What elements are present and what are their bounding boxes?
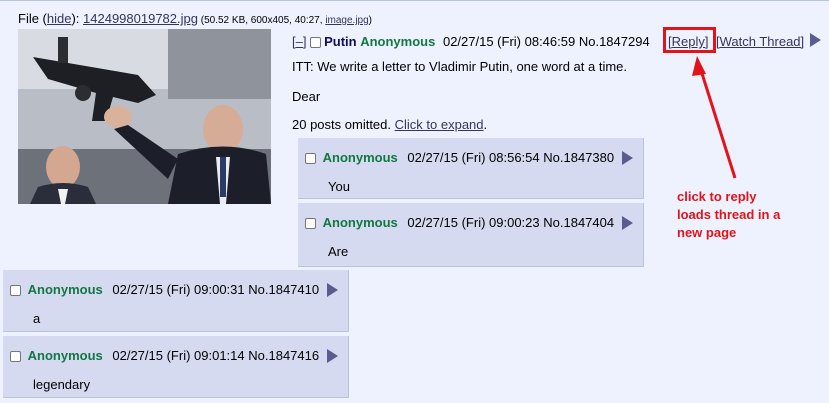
reply-poster-name: Anonymous — [27, 282, 103, 297]
watch-thread-link[interactable]: [Watch Thread] — [716, 34, 804, 49]
triangle-right-icon — [810, 33, 821, 47]
op-post-number[interactable]: No.1847294 — [579, 34, 650, 49]
reply-message: Are — [328, 244, 349, 259]
triangle-right-icon[interactable] — [621, 151, 633, 165]
omitted-count: 20 posts omitted. — [292, 117, 395, 132]
triangle-right-icon[interactable] — [621, 216, 633, 230]
op-select-checkbox[interactable] — [310, 37, 322, 48]
file-name-link[interactable]: 1424998019782.jpg — [83, 11, 198, 26]
reply-post: Anonymous 02/27/15 (Fri) 09:00:23 No.184… — [298, 203, 644, 267]
op-reply-link[interactable]: [Reply] — [668, 34, 708, 49]
reply-datetime: 02/27/15 (Fri) 09:01:14 — [112, 348, 245, 363]
reply-post-number[interactable]: No.1847380 — [543, 150, 614, 165]
annotation-line: new page — [677, 225, 737, 240]
reply-poster-name: Anonymous — [322, 215, 398, 230]
reply-post: Anonymous 02/27/15 (Fri) 09:01:14 No.184… — [3, 336, 349, 398]
op-post-header: [–] Putin Anonymous 02/27/15 (Fri) 08:46… — [292, 34, 650, 49]
reply-post: Anonymous 02/27/15 (Fri) 09:00:31 No.184… — [3, 270, 349, 332]
reply-poster-name: Anonymous — [27, 348, 103, 363]
reply-message: a — [33, 311, 41, 326]
op-subject: Putin — [324, 34, 357, 49]
reply-post-number[interactable]: No.1847416 — [248, 348, 319, 363]
reply-message: legendary — [33, 377, 91, 392]
op-message-line: Dear — [292, 89, 321, 104]
file-label: File ( — [18, 11, 47, 26]
op-image-thumbnail[interactable] — [18, 29, 271, 204]
expand-thread-link[interactable]: Click to expand — [395, 117, 484, 132]
omitted-end: . — [483, 117, 488, 132]
file-meta-end: ) — [368, 15, 373, 26]
annotation-line: click to reply — [677, 189, 757, 204]
reply-header: Anonymous 02/27/15 (Fri) 09:01:14 No.184… — [10, 348, 338, 363]
triangle-right-icon[interactable] — [326, 349, 338, 363]
reply-datetime: 02/27/15 (Fri) 09:00:31 — [112, 282, 245, 297]
reply-header: Anonymous 02/27/15 (Fri) 08:56:54 No.184… — [305, 150, 633, 165]
hide-image-link[interactable]: hide — [47, 11, 72, 26]
reply-post-number[interactable]: No.1847404 — [543, 215, 614, 230]
reply-select-checkbox[interactable] — [305, 153, 316, 164]
reply-header: Anonymous 02/27/15 (Fri) 09:00:31 No.184… — [10, 282, 338, 297]
triangle-right-icon[interactable] — [326, 283, 338, 297]
annotation-line: loads thread in a — [677, 207, 781, 222]
reply-poster-name: Anonymous — [322, 150, 398, 165]
image-search-link[interactable]: image.jpg — [325, 15, 368, 26]
collapse-thread-link[interactable]: [–] — [292, 34, 306, 49]
reply-message: You — [328, 179, 350, 194]
file-meta: (50.52 KB, 600x405, 40:27, — [197, 15, 326, 26]
omitted-posts-notice: 20 posts omitted. Click to expand. — [292, 117, 487, 132]
op-poster-name: Anonymous — [360, 34, 436, 49]
top-divider — [0, 0, 829, 1]
op-menu-arrow-icon[interactable] — [810, 32, 821, 47]
reply-post: Anonymous 02/27/15 (Fri) 08:56:54 No.184… — [298, 138, 644, 199]
file-info: File (hide): 1424998019782.jpg (50.52 KB… — [18, 11, 372, 26]
op-image — [18, 29, 271, 204]
reply-post-number[interactable]: No.1847410 — [248, 282, 319, 297]
op-datetime: 02/27/15 (Fri) 08:46:59 — [442, 34, 576, 49]
reply-select-checkbox[interactable] — [10, 285, 21, 296]
reply-select-checkbox[interactable] — [10, 351, 21, 362]
reply-datetime: 02/27/15 (Fri) 09:00:23 — [407, 215, 540, 230]
reply-datetime: 02/27/15 (Fri) 08:56:54 — [407, 150, 540, 165]
file-label-close: ): — [71, 11, 84, 26]
op-message-line: ITT: We write a letter to Vladimir Putin… — [292, 59, 627, 74]
reply-header: Anonymous 02/27/15 (Fri) 09:00:23 No.184… — [305, 215, 633, 230]
reply-select-checkbox[interactable] — [305, 218, 316, 229]
annotation-text: click to reply loads thread in a new pag… — [677, 188, 780, 242]
